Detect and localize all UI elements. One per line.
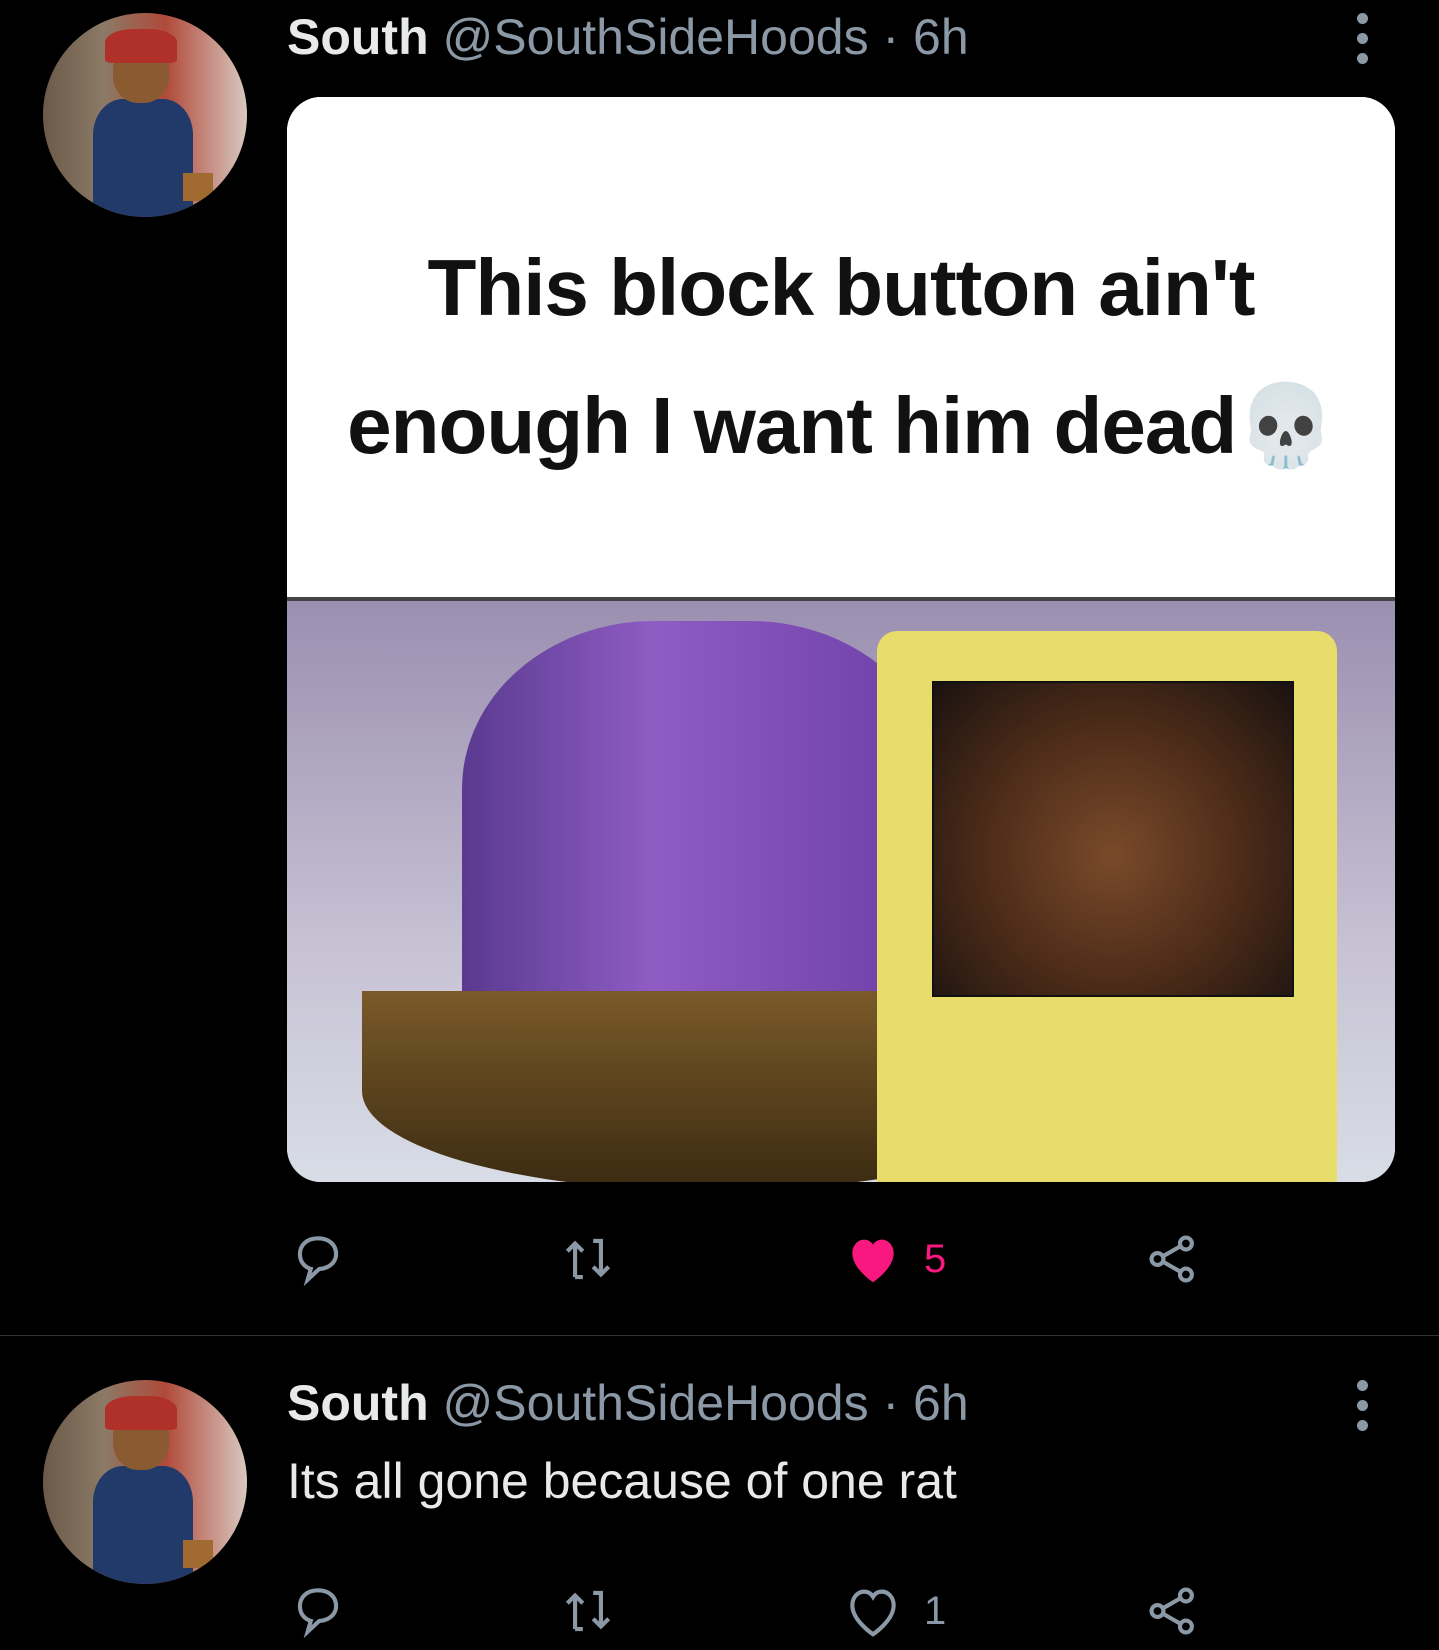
timestamp[interactable]: · 6h <box>882 1375 968 1431</box>
tweet-actions: 1 <box>287 1580 1387 1650</box>
like-button[interactable]: 5 <box>842 1228 946 1290</box>
share-icon <box>1149 1587 1194 1635</box>
like-count: 1 <box>924 1588 947 1633</box>
avatar-coat <box>93 1466 193 1584</box>
retweet-button[interactable] <box>557 1228 619 1290</box>
heart-icon <box>852 1239 894 1283</box>
retweet-button[interactable] <box>557 1580 619 1642</box>
avatar-suitcase <box>183 173 213 201</box>
share-button[interactable] <box>1142 1228 1204 1290</box>
tweet-text: Its all gone because of one rat <box>287 1453 957 1509</box>
avatar-hat <box>105 1396 177 1430</box>
reply-button[interactable] <box>287 1228 349 1290</box>
avatar-suitcase <box>183 1540 213 1568</box>
retweet-icon <box>565 1590 611 1632</box>
display-name[interactable]: South <box>287 1375 429 1431</box>
share-button[interactable] <box>1142 1580 1204 1642</box>
like-count: 5 <box>924 1236 947 1281</box>
user-handle[interactable]: @SouthSideHoods <box>443 9 869 65</box>
reply-button[interactable] <box>287 1580 349 1642</box>
media-caption: This block button ain't enough I want hi… <box>287 97 1395 597</box>
media-caption-text: This block button ain't enough I want hi… <box>347 243 1336 470</box>
share-icon <box>1149 1235 1194 1283</box>
reply-icon <box>297 1588 339 1639</box>
user-handle[interactable]: @SouthSideHoods <box>443 1375 869 1431</box>
more-icon[interactable] <box>1352 13 1372 64</box>
retweet-icon <box>565 1238 611 1280</box>
like-button[interactable]: 1 <box>842 1580 946 1642</box>
tweet-header: South @SouthSideHoods · 6h <box>287 8 969 66</box>
tweet-header: South @SouthSideHoods · 6h <box>287 1374 969 1432</box>
tweet-actions: 5 <box>287 1228 1387 1298</box>
display-name[interactable]: South <box>287 9 429 65</box>
tweet-media[interactable]: This block button ain't enough I want hi… <box>287 97 1395 1182</box>
timestamp[interactable]: · 6h <box>882 9 968 65</box>
divider <box>0 1335 1439 1336</box>
avatar-coat <box>93 99 193 217</box>
avatar-hat <box>105 29 177 63</box>
avatar[interactable] <box>43 1380 247 1584</box>
more-icon[interactable] <box>1352 1380 1372 1431</box>
reply-icon <box>297 1236 339 1287</box>
avatar[interactable] <box>43 13 247 217</box>
heart-outline-icon <box>850 1589 896 1637</box>
media-image <box>287 597 1395 1182</box>
purple-object <box>462 621 942 1041</box>
face-overlay <box>932 681 1294 997</box>
